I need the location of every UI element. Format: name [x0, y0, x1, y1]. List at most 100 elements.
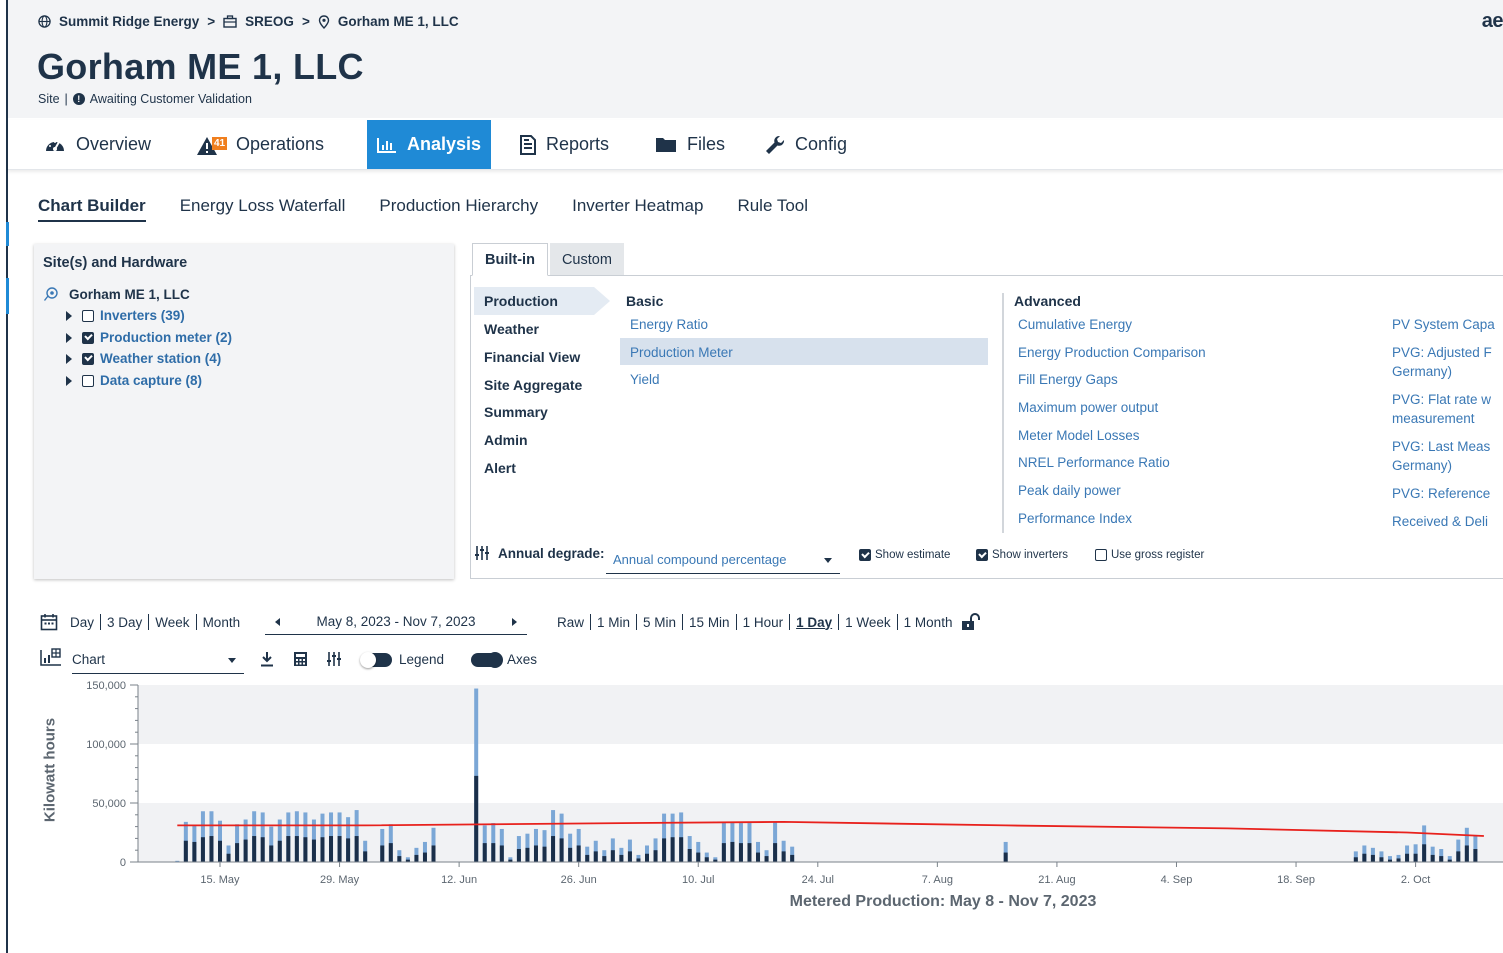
- tab-analysis[interactable]: Analysis: [367, 120, 492, 169]
- plot-band: [138, 803, 1503, 862]
- category-alert[interactable]: Alert: [484, 460, 516, 476]
- checkbox[interactable]: [1095, 549, 1107, 561]
- calculator-icon[interactable]: [293, 651, 308, 667]
- option-received-delivered[interactable]: Received & Deli: [1392, 514, 1488, 529]
- category-production[interactable]: Production: [484, 293, 558, 309]
- breadcrumb-item[interactable]: Summit Ridge Energy: [59, 14, 199, 29]
- date-range-picker[interactable]: May 8, 2023 - Nov 7, 2023: [265, 609, 527, 635]
- subtab-rule-tool[interactable]: Rule Tool: [737, 196, 808, 222]
- chart-type-select[interactable]: Chart: [72, 648, 244, 674]
- checkbox[interactable]: [82, 352, 94, 365]
- breadcrumb-separator: >: [207, 14, 216, 29]
- checkbox[interactable]: [859, 549, 871, 561]
- tree-item-label: Weather station (4): [100, 351, 222, 366]
- breadcrumb-item[interactable]: SREOG: [245, 14, 294, 29]
- resolution-1-hour[interactable]: 1 Hour: [743, 615, 784, 630]
- globe-icon: [38, 15, 51, 28]
- bar-dark: [747, 843, 752, 862]
- resolution-1-day[interactable]: 1 Day: [796, 615, 832, 630]
- bar-dark: [721, 843, 726, 862]
- tab-config[interactable]: Config: [765, 120, 847, 169]
- subtab-production-hierarchy[interactable]: Production Hierarchy: [379, 196, 538, 222]
- tab-reports[interactable]: Reports: [520, 120, 609, 169]
- tab-label: Config: [795, 134, 848, 154]
- resolution-1-min[interactable]: 1 Min: [597, 615, 630, 630]
- tab-files[interactable]: Files: [655, 120, 725, 169]
- subtab-energy-loss-waterfall[interactable]: Energy Loss Waterfall: [180, 196, 346, 222]
- option-production-meter[interactable]: Production Meter: [630, 345, 733, 360]
- y-tick-label: 100,000: [86, 739, 126, 751]
- category-site-aggregate[interactable]: Site Aggregate: [484, 377, 582, 393]
- option-meter-model-losses[interactable]: Meter Model Losses: [1018, 428, 1140, 443]
- expand-caret-icon[interactable]: [66, 353, 72, 364]
- option-yield[interactable]: Yield: [630, 372, 660, 387]
- axes-toggle[interactable]: [471, 652, 503, 668]
- site-header: Summit Ridge Energy > SREOG > Gorham ME …: [8, 0, 1503, 118]
- tab-operations[interactable]: 41 Operations: [196, 120, 324, 169]
- resolution-raw[interactable]: Raw: [557, 615, 584, 630]
- checkbox[interactable]: [82, 331, 94, 344]
- degrade-select[interactable]: Annual compound percentage: [606, 548, 840, 574]
- tab-built-in[interactable]: Built-in: [472, 243, 548, 276]
- tree-item-weather-station[interactable]: Weather station (4): [66, 351, 221, 366]
- divider: [195, 614, 197, 630]
- next-range-icon[interactable]: [512, 617, 517, 626]
- resolution-1-month[interactable]: 1 Month: [904, 615, 953, 630]
- resolution-15-min[interactable]: 15 Min: [689, 615, 730, 630]
- site-tree-root[interactable]: Gorham ME 1, LLC: [43, 286, 190, 302]
- range-3-day[interactable]: 3 Day: [107, 615, 142, 630]
- expand-caret-icon[interactable]: [66, 310, 72, 321]
- resolution-1-week[interactable]: 1 Week: [845, 615, 891, 630]
- download-icon[interactable]: [260, 651, 274, 667]
- option-pvg-last-measurement[interactable]: PVG: Last Meas: [1392, 439, 1490, 454]
- category-admin[interactable]: Admin: [484, 432, 528, 448]
- checkbox[interactable]: [82, 374, 94, 387]
- production-chart[interactable]: 0 50,000 100,000 150,000 15. May 29. May 12. J…: [40, 678, 1503, 918]
- use-gross-register-toggle[interactable]: Use gross register: [1095, 549, 1204, 561]
- option-pvg-reference[interactable]: PVG: Reference: [1392, 486, 1490, 501]
- unlock-icon[interactable]: [961, 613, 981, 631]
- option-peak-daily-power[interactable]: Peak daily power: [1018, 483, 1121, 498]
- resolution-5-min[interactable]: 5 Min: [643, 615, 676, 630]
- range-month[interactable]: Month: [203, 615, 241, 630]
- bar-dark: [619, 854, 624, 862]
- sliders-icon[interactable]: [326, 651, 342, 667]
- checkbox[interactable]: [976, 549, 988, 561]
- option-energy-ratio[interactable]: Energy Ratio: [630, 317, 708, 332]
- option-nrel-performance-ratio[interactable]: NREL Performance Ratio: [1018, 455, 1170, 470]
- previous-range-icon[interactable]: [275, 617, 280, 626]
- option-pv-system-capacity[interactable]: PV System Capa: [1392, 317, 1495, 332]
- option-cumulative-energy[interactable]: Cumulative Energy: [1018, 317, 1132, 332]
- option-pvg-adjusted[interactable]: PVG: Adjusted F: [1392, 345, 1492, 360]
- subtab-inverter-heatmap[interactable]: Inverter Heatmap: [572, 196, 703, 222]
- option-pvg-flat-rate-cont: measurement: [1392, 411, 1475, 426]
- legend-toggle[interactable]: [360, 652, 392, 668]
- tab-overview[interactable]: Overview: [44, 120, 151, 169]
- category-weather[interactable]: Weather: [484, 321, 539, 337]
- degrade-label: Annual degrade:: [498, 545, 605, 561]
- option-performance-index[interactable]: Performance Index: [1018, 511, 1132, 526]
- option-fill-energy-gaps[interactable]: Fill Energy Gaps: [1018, 372, 1118, 387]
- bar-dark: [610, 850, 615, 862]
- expand-caret-icon[interactable]: [66, 332, 72, 343]
- tree-item-production-meter[interactable]: Production meter (2): [66, 330, 232, 345]
- range-week[interactable]: Week: [155, 615, 189, 630]
- category-financial-view[interactable]: Financial View: [484, 349, 580, 365]
- option-maximum-power-output[interactable]: Maximum power output: [1018, 400, 1158, 415]
- checkbox[interactable]: [82, 309, 94, 322]
- tree-item-data-capture[interactable]: Data capture (8): [66, 373, 202, 388]
- sliders-icon: [475, 546, 489, 560]
- option-pvg-flat-rate[interactable]: PVG: Flat rate w: [1392, 392, 1491, 407]
- category-summary[interactable]: Summary: [484, 404, 548, 420]
- bar-dark: [1362, 853, 1367, 862]
- calendar-icon[interactable]: [40, 613, 58, 631]
- option-energy-production-comparison[interactable]: Energy Production Comparison: [1018, 345, 1206, 360]
- range-day[interactable]: Day: [70, 615, 94, 630]
- breadcrumb-item-current[interactable]: Gorham ME 1, LLC: [338, 14, 459, 29]
- show-inverters-toggle[interactable]: Show inverters: [976, 549, 1068, 561]
- subtab-chart-builder[interactable]: Chart Builder: [38, 196, 146, 222]
- tree-item-inverters[interactable]: Inverters (39): [66, 308, 185, 323]
- expand-caret-icon[interactable]: [66, 375, 72, 386]
- show-estimate-toggle[interactable]: Show estimate: [859, 549, 950, 561]
- tab-custom[interactable]: Custom: [549, 243, 624, 276]
